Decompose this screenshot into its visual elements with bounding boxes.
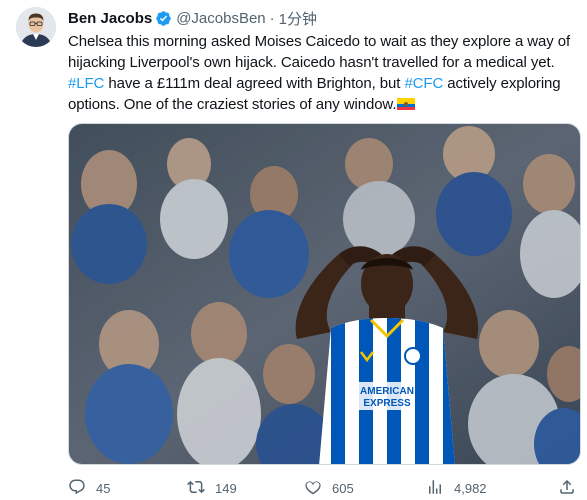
like-button[interactable]: 605 [304,478,354,498]
retweet-icon [187,478,205,499]
tweet-text: Chelsea this morning asked Moises Caiced… [68,31,580,115]
retweet-count: 149 [215,480,237,496]
share-button[interactable] [558,478,576,498]
header-separator: · [269,9,275,27]
share-upload-icon [558,478,576,499]
verified-badge-icon [155,10,172,27]
author-avatar[interactable] [16,7,56,47]
player-heart-gesture-photo: AMERICAN EXPRESS [69,124,580,464]
tweet-photo[interactable]: AMERICAN EXPRESS [68,123,581,465]
tweet-card[interactable]: Ben Jacobs @JacobsBen · 1分钟 Chelsea this… [0,0,587,500]
like-count: 605 [332,480,354,496]
shirt-sponsor-line1: AMERICAN [360,386,414,397]
shirt-sponsor-line2: EXPRESS [363,398,411,409]
tweet-actions-bar: 45 149 605 4,982 [68,478,580,498]
hashtag-lfc-link[interactable]: #LFC [68,75,104,92]
views-count: 4,982 [454,480,487,496]
tweet-text-part2: have a £111m deal agreed with Brighton, … [104,75,405,92]
avatar-image [16,7,56,47]
ecuador-flag-emoji [397,95,416,110]
reply-button[interactable]: 45 [68,478,110,498]
tweet-header: Ben Jacobs @JacobsBen · 1分钟 [68,8,317,28]
author-handle[interactable]: @JacobsBen [176,10,265,27]
views-button[interactable]: 4,982 [426,478,487,498]
reply-count: 45 [96,480,111,496]
heart-icon [304,478,322,499]
analytics-bar-chart-icon [426,478,444,499]
reply-icon [68,478,86,499]
tweet-text-part1: Chelsea this morning asked Moises Caiced… [68,33,571,71]
hashtag-cfc-link[interactable]: #CFC [404,75,443,92]
retweet-button[interactable]: 149 [187,478,237,498]
tweet-timestamp[interactable]: 1分钟 [279,8,317,29]
author-display-name[interactable]: Ben Jacobs [68,10,152,27]
